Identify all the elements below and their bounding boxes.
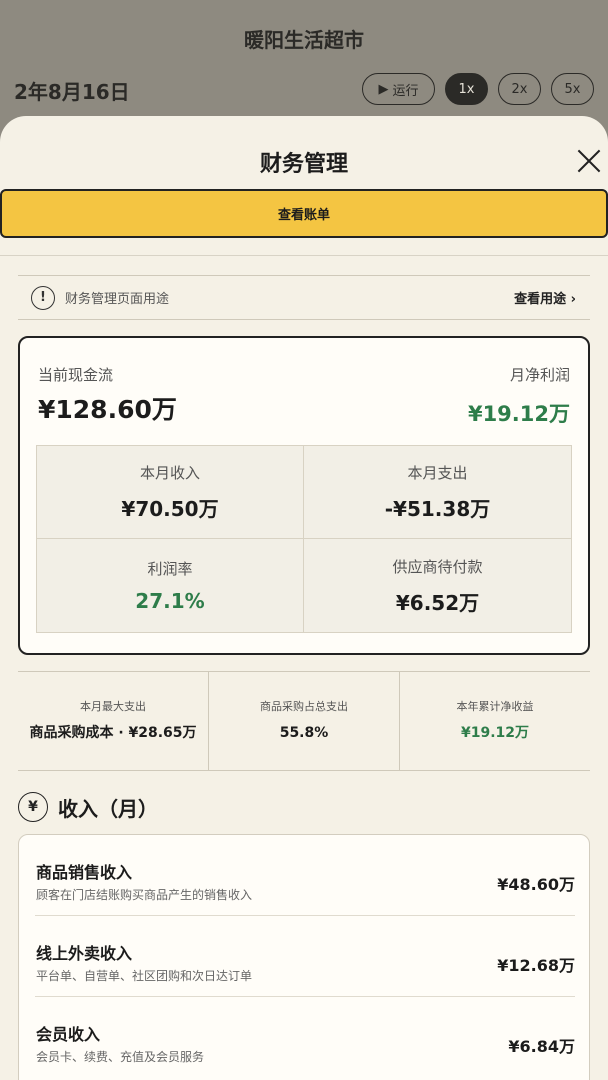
income-desc: 会员卡、续费、充值及会员服务 bbox=[36, 1050, 205, 1064]
income-section-header: ¥ 收入（月） bbox=[18, 792, 158, 822]
income-name: 线上外卖收入 bbox=[36, 944, 133, 963]
cell-label: 供应商待付款 bbox=[392, 557, 483, 576]
sheet-title: 财务管理 bbox=[259, 152, 348, 177]
view-purpose-link[interactable]: 查看用途 › bbox=[514, 288, 576, 307]
stat-purchase-share: 商品采购占总支出 55.8% bbox=[209, 672, 400, 770]
cashflow-card: 当前现金流 ¥128.60万 月净利润 ¥19.12万 本月收入 ¥70.50万… bbox=[18, 336, 590, 655]
current-cashflow-label: 当前现金流 bbox=[38, 366, 114, 384]
list-item[interactable]: 商品销售收入 顾客在门店结账购买商品产生的销售收入 ¥48.60万 bbox=[35, 835, 575, 916]
view-bill-button[interactable]: 查看账单 bbox=[0, 189, 608, 238]
cell-value: ¥70.50万 bbox=[121, 497, 219, 521]
run-button[interactable]: ▶ 运行 bbox=[362, 73, 435, 105]
net-profit-value: ¥19.12万 bbox=[467, 402, 570, 426]
cell-value: -¥51.38万 bbox=[384, 497, 491, 521]
cell-value: ¥6.52万 bbox=[395, 590, 480, 615]
stat-label: 本年累计净收益 bbox=[456, 700, 534, 714]
income-name: 会员收入 bbox=[36, 1025, 101, 1044]
speed-1x-button[interactable]: 1x bbox=[445, 73, 488, 105]
cell-label: 本月支出 bbox=[407, 464, 468, 482]
speed-controls: ▶ 运行 1x 2x 5x bbox=[362, 73, 594, 105]
net-profit-label: 月净利润 bbox=[509, 366, 570, 384]
yen-icon: ¥ bbox=[18, 792, 48, 822]
cell-label: 利润率 bbox=[147, 560, 193, 578]
stat-label: 商品采购占总支出 bbox=[260, 700, 348, 714]
monthly-expense-cell: 本月支出 -¥51.38万 bbox=[304, 446, 571, 539]
run-label: 运行 bbox=[392, 83, 419, 99]
stat-value: 商品采购成本 · ¥28.65万 bbox=[29, 725, 197, 742]
cell-value: 27.1% bbox=[135, 589, 205, 613]
play-icon: ▶ bbox=[378, 81, 389, 97]
income-amount: ¥48.60万 bbox=[497, 875, 575, 894]
speed-5x-button[interactable]: 5x bbox=[551, 73, 594, 105]
income-title: 收入（月） bbox=[58, 796, 158, 821]
supplier-payable-cell: 供应商待付款 ¥6.52万 bbox=[304, 539, 571, 632]
stat-value: 55.8% bbox=[279, 725, 329, 742]
app-header: 暖阳生活超市 2年8月16日 ▶ 运行 1x 2x 5x bbox=[0, 0, 608, 130]
income-desc: 顾客在门店结账购买商品产生的销售收入 bbox=[36, 888, 253, 902]
speed-2x-button[interactable]: 2x bbox=[498, 73, 541, 105]
stat-ytd-net: 本年累计净收益 ¥19.12万 bbox=[400, 672, 590, 770]
purpose-label: 财务管理页面用途 bbox=[65, 292, 170, 307]
income-name: 商品销售收入 bbox=[36, 863, 133, 882]
income-list: 商品销售收入 顾客在门店结账购买商品产生的销售收入 ¥48.60万 线上外卖收入… bbox=[18, 834, 590, 1080]
monthly-summary-grid: 本月收入 ¥70.50万 本月支出 -¥51.38万 利润率 27.1% 供应商… bbox=[36, 445, 572, 633]
divider bbox=[0, 255, 608, 256]
list-item[interactable]: 线上外卖收入 平台单、自营单、社区团购和次日达订单 ¥12.68万 bbox=[35, 916, 575, 997]
current-cashflow-value: ¥128.60万 bbox=[38, 395, 177, 424]
cell-label: 本月收入 bbox=[139, 464, 200, 482]
info-icon: ! bbox=[31, 285, 55, 310]
income-desc: 平台单、自营单、社区团购和次日达订单 bbox=[36, 969, 253, 983]
store-name: 暖阳生活超市 bbox=[244, 28, 364, 52]
close-icon[interactable] bbox=[574, 146, 604, 176]
income-amount: ¥12.68万 bbox=[497, 956, 575, 975]
stat-value: ¥19.12万 bbox=[460, 725, 530, 742]
stat-largest-expense: 本月最大支出 商品采购成本 · ¥28.65万 bbox=[18, 672, 209, 770]
profit-margin-cell: 利润率 27.1% bbox=[37, 539, 304, 632]
game-date: 2年8月16日 bbox=[14, 80, 130, 104]
stat-label: 本月最大支出 bbox=[80, 700, 146, 714]
monthly-income-cell: 本月收入 ¥70.50万 bbox=[37, 446, 304, 539]
stats-strip: 本月最大支出 商品采购成本 · ¥28.65万 商品采购占总支出 55.8% 本… bbox=[18, 671, 590, 771]
list-item[interactable]: 会员收入 会员卡、续费、充值及会员服务 ¥6.84万 bbox=[35, 997, 575, 1078]
finance-sheet: 财务管理 查看账单 ! 财务管理页面用途 查看用途 › 当前现金流 ¥128.6… bbox=[0, 116, 608, 1080]
purpose-bar[interactable]: ! 财务管理页面用途 查看用途 › bbox=[18, 275, 590, 320]
income-amount: ¥6.84万 bbox=[508, 1037, 575, 1056]
